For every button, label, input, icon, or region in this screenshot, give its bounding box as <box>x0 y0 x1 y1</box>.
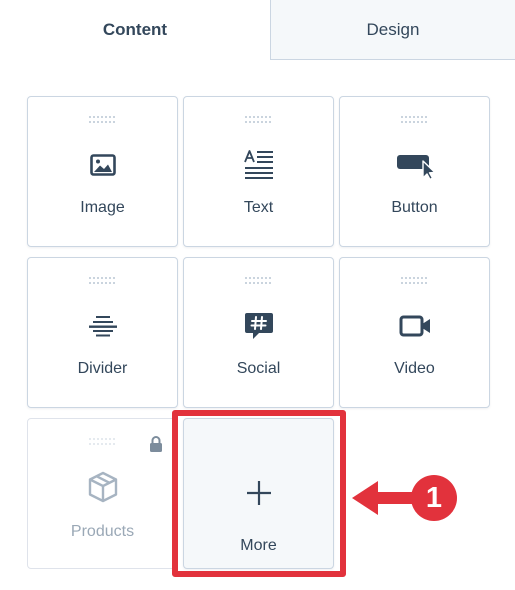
module-tile-text[interactable]: Text <box>183 96 334 247</box>
arrow-left-icon <box>350 478 412 518</box>
drag-handle-icon <box>401 277 429 287</box>
module-tile-divider[interactable]: Divider <box>27 257 178 408</box>
module-label: Video <box>394 360 435 377</box>
editor-tabs: Content Design <box>0 0 515 60</box>
tab-content[interactable]: Content <box>0 0 270 60</box>
module-label: Products <box>70 523 135 540</box>
drag-handle-icon <box>89 116 117 126</box>
module-tile-social[interactable]: Social <box>183 257 334 408</box>
image-icon <box>83 149 123 181</box>
hashtag-chat-icon <box>239 310 279 342</box>
step-number-badge: 1 <box>411 475 457 521</box>
module-tile-button[interactable]: Button <box>339 96 490 247</box>
module-label: Button <box>391 199 438 216</box>
module-label: More <box>240 537 277 554</box>
text-align-icon <box>239 149 279 181</box>
drag-handle-icon <box>245 277 273 287</box>
module-label: Divider <box>77 360 128 377</box>
lock-icon <box>149 436 163 452</box>
module-tile-image[interactable]: Image <box>27 96 178 247</box>
module-label: Text <box>243 199 274 216</box>
plus-icon <box>239 477 279 509</box>
button-cursor-icon <box>395 149 435 181</box>
video-camera-icon <box>395 310 435 342</box>
module-tile-video[interactable]: Video <box>339 257 490 408</box>
module-label: Image <box>80 199 125 216</box>
drag-handle-icon <box>89 277 117 287</box>
drag-handle-icon <box>89 438 117 448</box>
tab-design[interactable]: Design <box>270 0 515 60</box>
module-label: Social <box>236 360 281 377</box>
divider-icon <box>83 310 123 342</box>
module-tile-products: Products <box>27 418 178 569</box>
box-icon <box>83 471 123 503</box>
more-modules-button[interactable]: More <box>183 418 334 569</box>
drag-handle-icon <box>245 116 273 126</box>
drag-handle-icon <box>401 116 429 126</box>
